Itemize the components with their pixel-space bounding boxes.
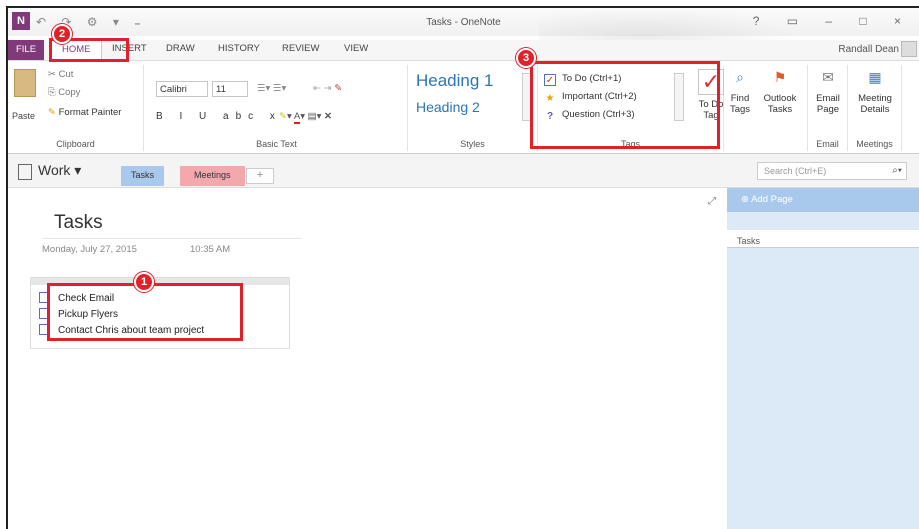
- email-page-label: Email Page: [816, 93, 840, 115]
- add-section-button[interactable]: +: [246, 168, 274, 184]
- section-tab-tasks[interactable]: Tasks: [121, 166, 165, 186]
- notebook-selector[interactable]: Work ▾: [38, 162, 81, 179]
- avatar[interactable]: [901, 41, 917, 57]
- search-placeholder: Search (Ctrl+E): [764, 166, 827, 176]
- annotation-box-3: [530, 61, 720, 149]
- format-painter-label: Format Painter: [58, 107, 122, 118]
- outlook-tasks-button[interactable]: ⚑ Outlook Tasks: [758, 69, 802, 115]
- heading-2-style[interactable]: Heading 2: [416, 99, 480, 115]
- notebook-name: Work: [38, 162, 71, 178]
- cut-button[interactable]: ✂ Cut: [48, 69, 73, 80]
- copy-button[interactable]: ⎘ Copy: [48, 87, 80, 98]
- tab-view[interactable]: VIEW: [344, 43, 368, 54]
- email-group: ✉ Email Page Email: [808, 65, 848, 151]
- styles-gallery[interactable]: Heading 1 Heading 2: [412, 67, 518, 131]
- copy-label: Copy: [58, 87, 81, 98]
- paste-button[interactable]: Paste: [12, 111, 35, 121]
- basic-text-group: Calibri 11 ☰▾ ☰▾ ⇤ ⇥ ✎ B I U abc x₂ ▾ ✎▾…: [146, 65, 408, 151]
- meeting-details-label: Meeting Details: [858, 93, 892, 115]
- find-tags-label: Find Tags: [729, 93, 751, 115]
- basic-text-group-label: Basic Text: [256, 139, 297, 149]
- add-page-label: Add Page: [751, 194, 793, 205]
- list-buttons[interactable]: ☰▾ ☰▾: [254, 81, 298, 97]
- notebook-icon: [18, 164, 32, 180]
- window-controls[interactable]: ? ▭ – □ ×: [753, 14, 913, 28]
- font-size-select[interactable]: 11: [212, 81, 248, 97]
- format-painter-button[interactable]: ✎ Format Painter: [48, 107, 121, 118]
- email-group-label: Email: [816, 139, 839, 149]
- styles-group-label: Styles: [460, 139, 485, 149]
- tab-file[interactable]: FILE: [8, 40, 44, 60]
- font-name-select[interactable]: Calibri: [156, 81, 208, 97]
- annotation-badge-1: 1: [134, 272, 154, 292]
- calendar-icon: ▦: [868, 69, 882, 85]
- annotation-badge-3: 3: [516, 48, 536, 68]
- tab-review[interactable]: REVIEW: [282, 43, 319, 54]
- section-tab-meetings[interactable]: Meetings: [180, 166, 245, 186]
- ribbon: Paste ✂ Cut ⎘ Copy ✎ Format Painter Clip…: [8, 60, 919, 154]
- page-list-item[interactable]: Tasks: [727, 230, 919, 248]
- clipboard-group: Paste ✂ Cut ⎘ Copy ✎ Format Painter Clip…: [8, 65, 144, 151]
- tab-history[interactable]: HISTORY: [218, 43, 260, 54]
- expand-icon[interactable]: ⤢: [708, 196, 716, 207]
- page-time: 10:35 AM: [190, 244, 231, 255]
- highlight-font-color-buttons[interactable]: ✎▾ A▾ ▤▾ ✕: [276, 109, 396, 125]
- find-tags-icon: ⌕: [736, 69, 744, 85]
- onenote-window: N ↶ ↷ ⚙ ▾ ₌ Tasks - OneNote ? ▭ – □ × FI…: [6, 6, 919, 529]
- flag-icon: ⚑: [773, 69, 787, 85]
- search-input[interactable]: Search (Ctrl+E) ⌕▾: [757, 162, 907, 180]
- brush-icon: ✎: [48, 107, 56, 118]
- page-canvas[interactable]: ⤢ Tasks Monday, July 27, 2015 10:35 AM C…: [8, 188, 727, 529]
- outlook-tasks-label: Outlook Tasks: [763, 93, 797, 115]
- meeting-details-button[interactable]: ▦ Meeting Details: [852, 69, 898, 115]
- tab-draw[interactable]: DRAW: [166, 43, 195, 54]
- email-page-button[interactable]: ✉ Email Page: [812, 69, 844, 115]
- title-bar: N ↶ ↷ ⚙ ▾ ₌ Tasks - OneNote ? ▭ – □ ×: [8, 8, 919, 64]
- paste-icon[interactable]: [14, 69, 36, 97]
- indent-buttons[interactable]: ⇤ ⇥ ✎: [310, 81, 360, 97]
- cut-label: Cut: [58, 69, 74, 80]
- add-page-button[interactable]: ⊕ Add Page: [727, 188, 919, 212]
- envelope-icon: ✉: [822, 69, 834, 85]
- page-title[interactable]: Tasks: [54, 212, 103, 234]
- heading-1-style[interactable]: Heading 1: [416, 71, 494, 91]
- find-outlook-group: ⌕ Find Tags ⚑ Outlook Tasks: [724, 65, 808, 151]
- search-icon[interactable]: ⌕▾: [892, 165, 902, 176]
- annotation-badge-2: 2: [52, 24, 72, 44]
- add-page-icon: ⊕: [741, 194, 749, 205]
- clipboard-group-label: Clipboard: [56, 139, 95, 149]
- ribbon-tabs: FILE HOME INSERT DRAW HISTORY REVIEW VIE…: [8, 40, 919, 60]
- user-name[interactable]: Randall Dean: [838, 44, 899, 55]
- meetings-group-label: Meetings: [856, 139, 893, 149]
- notebook-bar: Work ▾ Tasks Meetings + Search (Ctrl+E) …: [8, 154, 919, 188]
- styles-group: Heading 1 Heading 2 Styles: [408, 65, 538, 151]
- title-divider: [42, 238, 302, 239]
- find-tags-button[interactable]: ⌕ Find Tags: [728, 69, 752, 115]
- page-list-pane: ⊕ Add Page Tasks: [727, 188, 919, 529]
- meetings-group: ▦ Meeting Details Meetings: [848, 65, 902, 151]
- page-date: Monday, July 27, 2015: [42, 244, 137, 255]
